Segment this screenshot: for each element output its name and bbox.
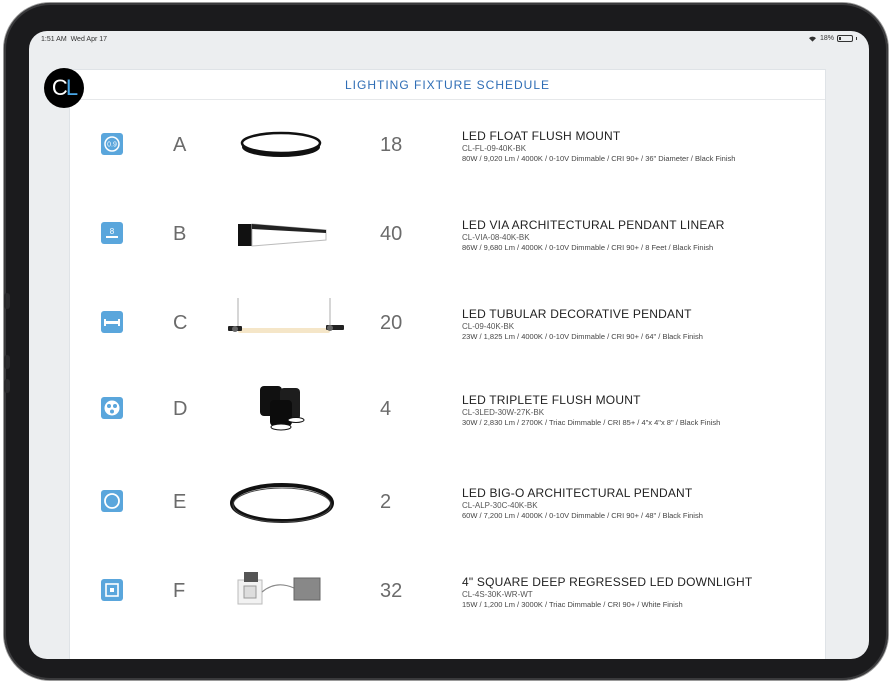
fixture-specs: 15W / 1,200 Lm / 3000K / Triac Dimmable …	[462, 600, 683, 609]
square-fixture-symbol-icon	[101, 579, 123, 601]
fixture-name: LED FLOAT FLUSH MOUNT	[462, 129, 621, 143]
fixture-specs: 80W / 9,020 Lm / 4000K / 0-10V Dimmable …	[462, 154, 736, 163]
schedule-header: LIGHTING FIXTURE SCHEDULE	[70, 70, 825, 100]
side-button	[4, 293, 10, 309]
flush-mount-disc-icon	[240, 131, 322, 157]
fixture-catalog-code: CL-3LED-30W-27K-BK	[462, 408, 545, 417]
fixture-name: LED BIG-O ARCHITECTURAL PENDANT	[462, 486, 693, 500]
status-clock: 1:51 AM	[41, 36, 67, 43]
tubular-pendant-icon	[228, 298, 344, 333]
fixture-description: LED BIG-O ARCHITECTURAL PENDANT CL-ALP-3…	[462, 486, 703, 520]
fixture-quantity: 20	[380, 312, 403, 334]
fixture-description: 4" SQUARE DEEP REGRESSED LED DOWNLIGHT C…	[462, 575, 752, 609]
fixture-type: E	[173, 491, 187, 513]
battery-level	[839, 37, 841, 40]
ring-fixture-symbol-icon	[101, 490, 123, 512]
volume-up-button	[4, 355, 10, 369]
battery-percent: 18%	[819, 35, 834, 42]
battery-cap	[856, 37, 857, 40]
fixture-quantity: 2	[380, 491, 392, 513]
company-logo[interactable]: CL	[44, 68, 84, 108]
fixture-catalog-code: CL-FL-09-40K-BK	[462, 144, 527, 153]
pendant-fixture-symbol-icon	[101, 311, 123, 333]
fixture-name: LED TRIPLETE FLUSH MOUNT	[462, 393, 641, 407]
fixture-quantity: 40	[380, 223, 403, 245]
triple-fixture-symbol-icon	[101, 397, 123, 419]
page-title: LIGHTING FIXTURE SCHEDULE	[344, 77, 551, 92]
status-time: 1:51 AM Wed Apr 17	[41, 36, 107, 43]
fixture-specs: 30W / 2,830 Lm / 2700K / Triac Dimmable …	[462, 418, 721, 427]
status-indicators: 18%	[808, 35, 857, 42]
fixture-type: C	[173, 312, 188, 334]
fixture-type: D	[173, 398, 188, 420]
fixture-catalog-code: CL-VIA-08-40K-BK	[462, 233, 530, 242]
volume-down-button	[4, 379, 10, 393]
square-downlight-icon	[237, 572, 321, 605]
fixture-row-f[interactable]: F 32 4" SQUARE DEEP REGRESSED LED DOWNLI…	[70, 562, 825, 622]
fixture-specs: 23W / 1,825 Lm / 4000K / 0-10V Dimmable …	[462, 332, 703, 341]
ipad-frame: 1:51 AM Wed Apr 17 18% LIGHTING FIXTURE …	[4, 3, 888, 680]
linear-pendant-icon	[238, 223, 327, 247]
fixture-name: LED TUBULAR DECORATIVE PENDANT	[462, 307, 692, 321]
wifi-icon	[808, 36, 816, 42]
fixture-row-a[interactable]: 0.9 A 18 LED FLOAT FLUSH MOUNT CL-FL-09-…	[70, 116, 825, 176]
fixture-catalog-code: CL-4S-30K-WR-WT	[462, 590, 533, 599]
status-bar: 1:51 AM Wed Apr 17 18%	[29, 31, 869, 49]
fixture-catalog-code: CL-09-40K-BK	[462, 322, 515, 331]
fixture-description: LED TRIPLETE FLUSH MOUNT CL-3LED-30W-27K…	[462, 393, 720, 427]
screen: 1:51 AM Wed Apr 17 18% LIGHTING FIXTURE …	[29, 31, 869, 659]
round-fixture-symbol-icon: 0.9	[101, 133, 123, 155]
fixture-specs: 60W / 7,200 Lm / 4000K / 0-10V Dimmable …	[462, 511, 703, 520]
fixture-specs: 86W / 9,680 Lm / 4000K / 0-10V Dimmable …	[462, 243, 714, 252]
fixture-type: B	[173, 223, 187, 245]
fixture-description: LED TUBULAR DECORATIVE PENDANT CL-09-40K…	[462, 307, 703, 341]
fixture-type: F	[173, 580, 186, 602]
logo-letter-c: C	[51, 75, 68, 100]
fixture-name: 4" SQUARE DEEP REGRESSED LED DOWNLIGHT	[462, 575, 753, 589]
triple-cylinder-icon	[260, 386, 305, 431]
fixture-quantity: 4	[380, 398, 392, 420]
fixture-row-b[interactable]: 8 B 40 LED VIA ARCHITECTURAL PENDANT LIN…	[70, 205, 825, 265]
fixture-row-e[interactable]: E 2 LED BIG-O ARCHITECTURAL PENDANT CL-A…	[70, 473, 825, 533]
fixture-quantity: 32	[380, 580, 403, 602]
fixture-schedule-sheet: LIGHTING FIXTURE SCHEDULE 0.9 A 18 LED F…	[69, 69, 826, 659]
fixture-name: LED VIA ARCHITECTURAL PENDANT LINEAR	[462, 218, 725, 232]
fixture-type: A	[173, 134, 187, 156]
fixture-description: LED FLOAT FLUSH MOUNT CL-FL-09-40K-BK 80…	[462, 129, 735, 163]
fixture-badge-label: 0.9	[107, 142, 117, 149]
logo-letter-l: L	[65, 75, 78, 100]
fixture-quantity: 18	[380, 134, 403, 156]
fixture-description: LED VIA ARCHITECTURAL PENDANT LINEAR CL-…	[462, 218, 725, 252]
fixture-row-d[interactable]: D 4 LED TRIPLETE FLUSH MOUNT CL-3LED-30W…	[70, 380, 825, 440]
linear-fixture-symbol-icon: 8	[101, 222, 123, 244]
status-date: Wed Apr 17	[70, 36, 108, 43]
fixture-row-c[interactable]: C 20 LED TUBULAR DECORATIVE PENDANT CL-0…	[70, 294, 825, 354]
battery-icon	[837, 35, 853, 42]
fixture-badge-label: 8	[110, 227, 115, 236]
ring-pendant-icon	[230, 483, 334, 523]
fixture-catalog-code: CL-ALP-30C-40K-BK	[462, 501, 538, 510]
